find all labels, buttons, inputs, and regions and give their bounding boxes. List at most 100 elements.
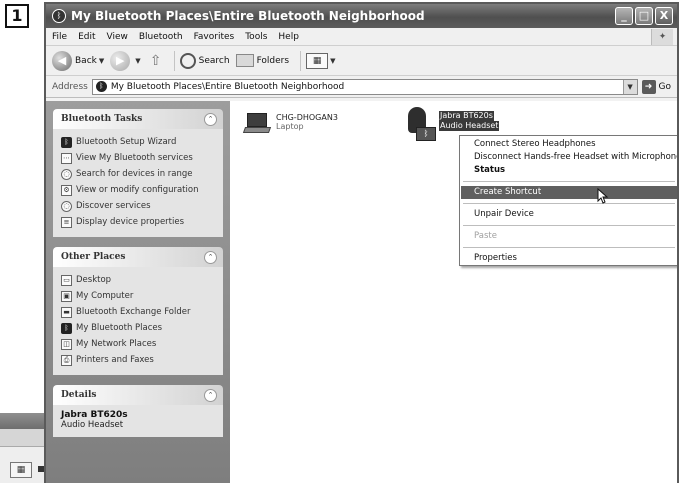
folder-icon: ▬: [61, 306, 72, 318]
task-label: Search for devices in range: [76, 169, 193, 179]
background-window-titlebar: [0, 413, 50, 429]
laptop-icon: [242, 113, 272, 135]
address-dropdown-icon[interactable]: ▼: [622, 79, 637, 94]
task-pane: Bluetooth Tasks ⌃ ᛒ Bluetooth Setup Wizar…: [46, 101, 230, 483]
folders-button[interactable]: Folders: [235, 54, 290, 67]
standard-toolbar: ◀ Back ▼ ▶ ▼ ⇧ Search Folders ▦ ▼: [46, 46, 677, 76]
place-my-computer[interactable]: ▣ My Computer: [61, 288, 215, 304]
go-button[interactable]: ➜ Go: [641, 79, 671, 94]
back-button[interactable]: ◀ Back ▼: [52, 50, 104, 71]
address-value: My Bluetooth Places\Entire Bluetooth Nei…: [110, 81, 345, 92]
bluetooth-tasks-list: ᛒ Bluetooth Setup Wizard ⋯ View My Bluetoo…: [53, 129, 223, 237]
place-my-bluetooth-places[interactable]: ᛒ My Bluetooth Places: [61, 320, 215, 336]
task-view-configuration[interactable]: ⚙ View or modify configuration: [61, 182, 215, 198]
menu-properties[interactable]: Properties: [461, 252, 677, 265]
details-group: Details ⌃ Jabra BT620s Audio Headset: [53, 385, 223, 437]
place-desktop[interactable]: ▭ Desktop: [61, 272, 215, 288]
views-button[interactable]: ▦ ▼: [306, 52, 335, 69]
search-button[interactable]: Search: [179, 52, 230, 69]
back-label: Back: [75, 55, 97, 66]
toolbar-separator: [173, 50, 175, 71]
device-name: CHG-DHOGAN3: [276, 113, 338, 122]
menu-create-shortcut[interactable]: Create Shortcut: [461, 186, 677, 199]
place-label: Bluetooth Exchange Folder: [76, 307, 191, 317]
place-my-network-places[interactable]: ◫ My Network Places: [61, 336, 215, 352]
menu-separator: [463, 181, 675, 182]
menu-separator: [463, 247, 675, 248]
headset-icon: ᛒ: [402, 105, 436, 143]
place-exchange-folder[interactable]: ▬ Bluetooth Exchange Folder: [61, 304, 215, 320]
background-window-menubar: [0, 429, 50, 447]
menu-bluetooth[interactable]: Bluetooth: [139, 32, 183, 42]
menu-unpair-device[interactable]: Unpair Device: [461, 208, 677, 221]
desktop-icon: ▭: [61, 274, 72, 286]
menu-edit[interactable]: Edit: [78, 32, 95, 42]
task-view-services[interactable]: ⋯ View My Bluetooth services: [61, 150, 215, 166]
menu-view[interactable]: View: [107, 32, 128, 42]
task-search-devices[interactable]: ◌ Search for devices in range: [61, 166, 215, 182]
menu-tools[interactable]: Tools: [245, 32, 267, 42]
details-body: Jabra BT620s Audio Headset: [53, 405, 223, 437]
close-button[interactable]: X: [655, 7, 673, 25]
bluetooth-tasks-title: Bluetooth Tasks: [61, 114, 143, 124]
device-name: Jabra BT620s: [439, 111, 494, 121]
menu-bar: File Edit View Bluetooth Favorites Tools…: [46, 28, 677, 46]
task-label: View or modify configuration: [76, 185, 199, 195]
details-header[interactable]: Details ⌃: [53, 385, 223, 405]
maximize-button[interactable]: □: [635, 7, 653, 25]
menu-file[interactable]: File: [52, 32, 67, 42]
forward-arrow-icon: ▶: [110, 50, 131, 71]
views-dropdown-icon[interactable]: ▼: [330, 57, 335, 65]
menu-status[interactable]: Status: [461, 164, 677, 177]
properties-icon: ≡: [61, 216, 72, 228]
folders-icon: [235, 54, 254, 67]
task-device-properties[interactable]: ≡ Display device properties: [61, 214, 215, 230]
forward-button[interactable]: ▶ ▼: [110, 50, 141, 71]
explorer-window: ᛒ My Bluetooth Places\Entire Bluetooth N…: [44, 2, 679, 483]
other-places-list: ▭ Desktop ▣ My Computer ▬ Bluetooth Exchang…: [53, 267, 223, 375]
toolbar-separator: [300, 50, 302, 71]
place-label: Printers and Faxes: [76, 355, 154, 365]
other-places-header[interactable]: Other Places ⌃: [53, 247, 223, 267]
menu-help[interactable]: Help: [278, 32, 299, 42]
task-label: Display device properties: [76, 217, 185, 227]
folders-label: Folders: [256, 55, 290, 66]
task-discover-services[interactable]: ◌ Discover services: [61, 198, 215, 214]
other-places-title: Other Places: [61, 252, 126, 262]
menu-disconnect-headset[interactable]: Disconnect Hands-free Headset with Micro…: [461, 151, 677, 164]
place-label: My Network Places: [76, 339, 157, 349]
bluetooth-tasks-group: Bluetooth Tasks ⌃ ᛒ Bluetooth Setup Wizar…: [53, 109, 223, 237]
search-label: Search: [198, 55, 230, 66]
search-icon: [179, 52, 196, 69]
bluetooth-tasks-header[interactable]: Bluetooth Tasks ⌃: [53, 109, 223, 129]
network-icon: ◫: [61, 338, 72, 350]
address-input[interactable]: ᛒ My Bluetooth Places\Entire Bluetooth N…: [91, 78, 638, 95]
collapse-chevron-icon[interactable]: ⌃: [204, 250, 217, 264]
mouse-cursor-icon: [597, 188, 609, 204]
details-title: Details: [61, 390, 97, 400]
collapse-chevron-icon[interactable]: ⌃: [204, 112, 217, 126]
go-label: Go: [658, 81, 671, 92]
device-type: Audio Headset: [439, 121, 500, 131]
menu-connect-stereo-headphones[interactable]: Connect Stereo Headphones: [461, 138, 677, 151]
context-menu: Connect Stereo Headphones Disconnect Han…: [459, 135, 677, 266]
title-bar[interactable]: ᛒ My Bluetooth Places\Entire Bluetooth N…: [46, 4, 677, 28]
place-printers-faxes[interactable]: ⎙ Printers and Faxes: [61, 352, 215, 368]
services-icon: ⋯: [61, 152, 72, 164]
place-label: My Computer: [76, 291, 134, 301]
up-folder-icon[interactable]: ⇧: [147, 52, 165, 70]
task-label: View My Bluetooth services: [76, 153, 193, 163]
step-number-badge: 1: [5, 4, 29, 28]
task-label: Bluetooth Setup Wizard: [76, 137, 177, 147]
printer-icon: ⎙: [61, 354, 72, 366]
task-bluetooth-setup-wizard[interactable]: ᛒ Bluetooth Setup Wizard: [61, 134, 215, 150]
menu-favorites[interactable]: Favorites: [194, 32, 235, 42]
device-item-laptop[interactable]: CHG-DHOGAN3 Laptop: [242, 113, 338, 135]
forward-dropdown-icon[interactable]: ▼: [135, 57, 140, 65]
collapse-chevron-icon[interactable]: ⌃: [204, 388, 217, 402]
menu-paste: Paste: [474, 231, 497, 241]
back-arrow-icon: ◀: [52, 50, 72, 71]
back-dropdown-icon[interactable]: ▼: [99, 57, 104, 65]
minimize-button[interactable]: _: [615, 7, 633, 25]
search-icon: ◌: [61, 168, 72, 180]
